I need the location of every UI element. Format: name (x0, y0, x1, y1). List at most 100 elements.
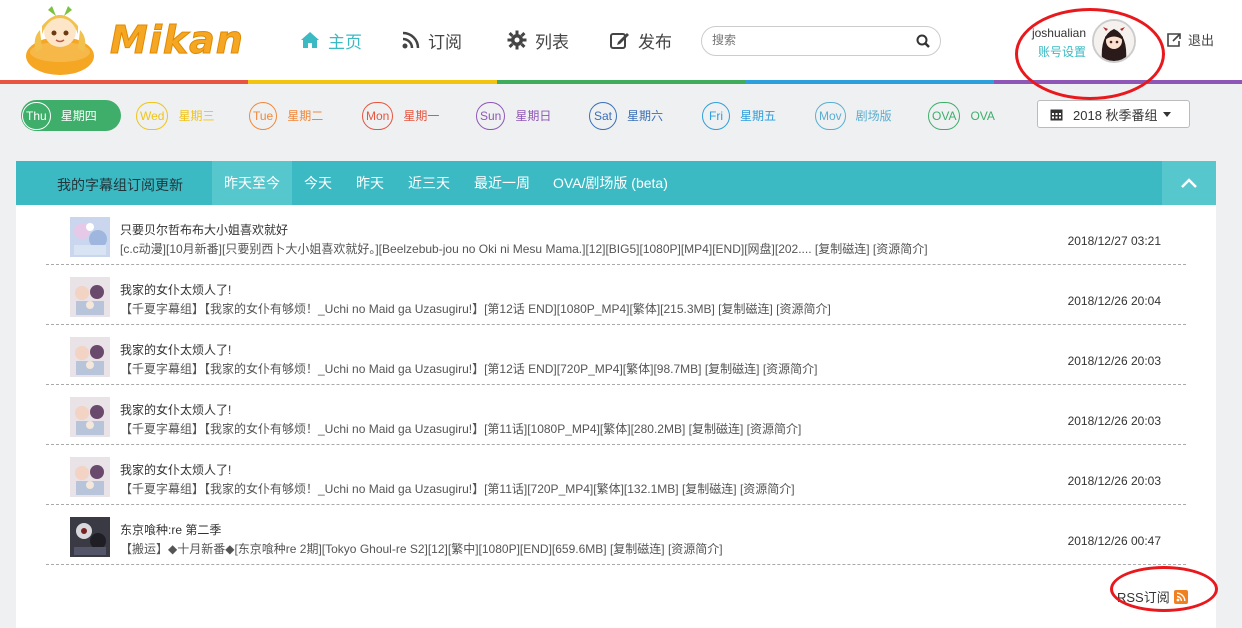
logout-button[interactable]: 退出 (1166, 30, 1214, 49)
item-release[interactable]: 【千夏字幕组】【我家的女仆有够烦！_Uchi no Maid ga Uzasug… (120, 300, 831, 317)
panel-title: 我的字幕组订阅更新 (57, 177, 183, 193)
calendar-icon (1050, 109, 1063, 120)
anime-thumbnail[interactable] (70, 457, 110, 497)
tab-since-yesterday[interactable]: 昨天至今 (212, 161, 292, 205)
anime-thumbnail[interactable] (70, 277, 110, 317)
anime-thumbnail[interactable] (70, 217, 110, 257)
thumbnail-image-icon (70, 517, 110, 557)
weekday-label: 剧场版 (855, 109, 892, 123)
nav-home-label: 主页 (328, 32, 362, 52)
item-date: 2018/12/26 20:03 (1067, 474, 1161, 488)
weekday-sat[interactable]: Sat 星期六 (589, 100, 663, 131)
nav-list[interactable]: 列表 (507, 28, 569, 52)
weekday-label: OVA (970, 108, 995, 123)
home-icon (301, 32, 319, 48)
anime-thumbnail[interactable] (70, 337, 110, 377)
thumbnail-image-icon (70, 217, 110, 257)
edit-icon (610, 33, 629, 49)
anime-thumbnail[interactable] (70, 397, 110, 437)
list-item[interactable]: 我家的女仆太烦人了! 【千夏字幕组】【我家的女仆有够烦！_Uchi no Mai… (46, 325, 1186, 385)
season-dropdown[interactable]: 2018 秋季番组 (1037, 100, 1190, 128)
tab-yesterday[interactable]: 昨天 (344, 161, 396, 205)
brand-name: Mikan (110, 18, 244, 63)
thumbnail-image-icon (70, 457, 110, 497)
thumbnail-image-icon (70, 337, 110, 377)
item-date: 2018/12/26 20:03 (1067, 354, 1161, 368)
red-annotation-circle (1015, 8, 1165, 100)
weekday-movie[interactable]: Mov 剧场版 (815, 100, 892, 131)
tab-ova-movie[interactable]: OVA/剧场版 (beta) (541, 161, 680, 205)
weekday-abbr: Mov (815, 101, 846, 130)
chevron-up-icon (1181, 178, 1197, 188)
item-date: 2018/12/26 20:04 (1067, 294, 1161, 308)
item-release[interactable]: 【搬运】◆十月新番◆[东京喰种re 2期][Tokyo Ghoul-re S2]… (120, 540, 723, 557)
weekday-abbr: Mon (362, 101, 394, 130)
list-item[interactable]: 我家的女仆太烦人了! 【千夏字幕组】【我家的女仆有够烦！_Uchi no Mai… (46, 445, 1186, 505)
logout-label: 退出 (1188, 33, 1215, 48)
subscription-panel: 我的字幕组订阅更新 昨天至今 今天 昨天 近三天 最近一周 OVA/剧场版 (b… (16, 161, 1216, 628)
panel-header: 我的字幕组订阅更新 昨天至今 今天 昨天 近三天 最近一周 OVA/剧场版 (b… (16, 161, 1216, 205)
nav-publish-label: 发布 (638, 32, 672, 52)
weekday-mon[interactable]: Mon 星期一 (362, 100, 439, 131)
weekday-wed[interactable]: Wed 星期三 (136, 100, 214, 131)
item-title[interactable]: 只要贝尔哲布布大小姐喜欢就好 (120, 221, 288, 238)
search-input[interactable] (712, 33, 912, 47)
weekday-label: 星期二 (287, 109, 324, 123)
nav-publish[interactable]: 发布 (610, 28, 672, 52)
item-date: 2018/12/27 03:21 (1067, 234, 1161, 248)
thumbnail-image-icon (70, 397, 110, 437)
site-logo[interactable]: Mikan (18, 4, 243, 78)
nav-subscribe[interactable]: 订阅 (402, 28, 462, 52)
weekday-abbr: Sat (589, 101, 617, 130)
gear-icon (507, 30, 527, 50)
item-title[interactable]: 我家的女仆太烦人了! (120, 461, 231, 478)
nav-subscribe-label: 订阅 (428, 32, 462, 52)
list-item[interactable]: 我家的女仆太烦人了! 【千夏字幕组】【我家的女仆有够烦！_Uchi no Mai… (46, 385, 1186, 445)
mascot-logo-icon (26, 6, 94, 75)
weekday-abbr: Sun (476, 101, 506, 130)
item-release[interactable]: 【千夏字幕组】【我家的女仆有够烦！_Uchi no Maid ga Uzasug… (120, 360, 818, 377)
tab-last-three-days[interactable]: 近三天 (396, 161, 462, 205)
item-title[interactable]: 东京喰种:re 第二季 (120, 521, 221, 538)
weekday-abbr: Wed (136, 101, 169, 130)
thumbnail-image-icon (70, 277, 110, 317)
weekday-label: 星期六 (627, 109, 664, 123)
rainbow-segment (0, 80, 249, 84)
anime-thumbnail[interactable] (70, 517, 110, 557)
item-release[interactable]: [c.c动漫][10月新番][只要别西卜大小姐喜欢就好。][Beelzebub-… (120, 240, 928, 257)
item-release[interactable]: 【千夏字幕组】【我家的女仆有够烦！_Uchi no Maid ga Uzasug… (120, 480, 795, 497)
list-item[interactable]: 我家的女仆太烦人了! 【千夏字幕组】【我家的女仆有够烦！_Uchi no Mai… (46, 265, 1186, 325)
tab-today[interactable]: 今天 (292, 161, 344, 205)
nav-list-label: 列表 (535, 32, 569, 52)
weekday-ova[interactable]: OVA OVA (928, 100, 995, 131)
weekday-abbr: Fri (702, 101, 730, 130)
collapse-button[interactable] (1162, 161, 1216, 205)
rainbow-segment (745, 80, 994, 84)
weekday-abbr: Tue (249, 101, 278, 130)
season-label: 2018 秋季番组 (1073, 107, 1158, 123)
weekday-thu[interactable]: Thu 星期四 (21, 100, 121, 131)
item-release[interactable]: 【千夏字幕组】【我家的女仆有够烦！_Uchi no Maid ga Uzasug… (120, 420, 801, 437)
weekday-label: 星期三 (178, 109, 215, 123)
search-icon[interactable] (916, 34, 930, 48)
weekday-tue[interactable]: Tue 星期二 (249, 100, 323, 131)
item-date: 2018/12/26 20:03 (1067, 414, 1161, 428)
item-title[interactable]: 我家的女仆太烦人了! (120, 401, 231, 418)
rainbow-segment (496, 80, 746, 84)
weekday-label: 星期四 (60, 109, 97, 123)
logout-icon (1167, 32, 1181, 47)
rss-icon (402, 31, 420, 49)
search-box[interactable] (701, 26, 941, 56)
item-title[interactable]: 我家的女仆太烦人了! (120, 281, 231, 298)
item-date: 2018/12/26 00:47 (1067, 534, 1161, 548)
weekday-label: 星期五 (740, 109, 777, 123)
list-item[interactable]: 东京喰种:re 第二季 【搬运】◆十月新番◆[东京喰种re 2期][Tokyo … (46, 505, 1186, 565)
rainbow-segment (248, 80, 497, 84)
weekday-fri[interactable]: Fri 星期五 (702, 100, 776, 131)
list-item[interactable]: 只要贝尔哲布布大小姐喜欢就好 [c.c动漫][10月新番][只要别西卜大小姐喜欢… (46, 205, 1186, 265)
item-title[interactable]: 我家的女仆太烦人了! (120, 341, 231, 358)
red-annotation-circle (1110, 566, 1218, 612)
nav-home[interactable]: 主页 (300, 28, 362, 52)
weekday-sun[interactable]: Sun 星期日 (476, 100, 551, 131)
tab-last-week[interactable]: 最近一周 (462, 161, 542, 205)
